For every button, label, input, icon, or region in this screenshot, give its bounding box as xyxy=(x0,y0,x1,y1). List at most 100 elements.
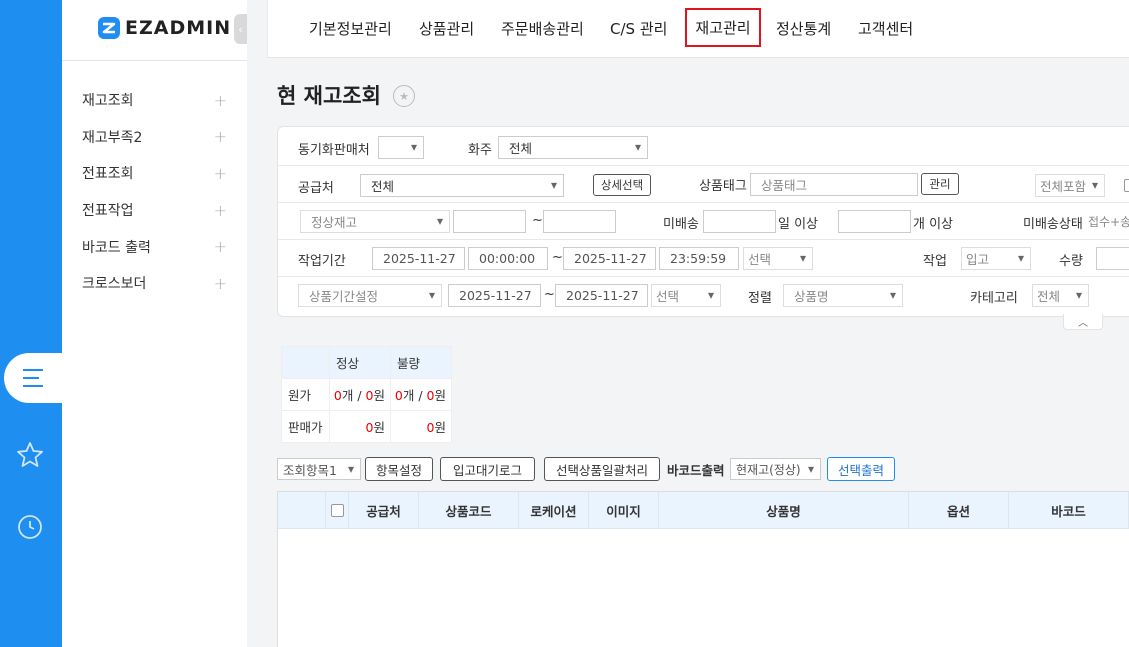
sidebar-item-barcode-print[interactable]: 바코드 출력 + xyxy=(62,228,247,265)
stock-type-value: 정상재고 xyxy=(311,215,358,230)
star-icon: ★ xyxy=(399,89,409,103)
sync-seller-label: 동기화판매처 xyxy=(298,143,370,158)
favorite-toggle-button[interactable]: ★ xyxy=(393,85,415,107)
grid-select-all[interactable] xyxy=(326,492,349,529)
rail-history-button[interactable] xyxy=(15,512,45,542)
period-date-to[interactable]: 2025-11-27 xyxy=(563,247,656,270)
product-date-to[interactable]: 2025-11-27 xyxy=(555,284,648,307)
period-label: 작업기간 xyxy=(298,254,346,269)
range-tilde: ~ xyxy=(552,250,563,265)
stock-grid: 공급처 상품코드 로케이션 이미지 상품명 옵션 바코드 xyxy=(277,491,1129,647)
undelivered-days-input[interactable] xyxy=(703,210,776,233)
unit: 원 xyxy=(373,388,385,403)
nav-stock-management[interactable]: 재고관리 xyxy=(685,8,761,47)
stock-max-input[interactable] xyxy=(543,210,616,233)
include-all-value: 전체포함 xyxy=(1040,179,1087,194)
product-period-select[interactable]: 상품기간설정 xyxy=(298,284,442,307)
nav-product-management[interactable]: 상품관리 xyxy=(419,18,474,39)
sidebar-item-slip-query[interactable]: 전표조회 + xyxy=(62,155,247,192)
sidebar-item-stock-shortage[interactable]: 재고부족2 + xyxy=(62,119,247,156)
sort-select[interactable]: 상품명 xyxy=(783,284,903,307)
plus-icon: + xyxy=(213,237,227,257)
supplier-label: 공급처 xyxy=(298,181,334,196)
undelivered-count-input[interactable] xyxy=(838,210,911,233)
work-select-value: 입고 xyxy=(966,252,990,267)
product-date-from[interactable]: 2025-11-27 xyxy=(448,284,541,307)
grid-col-option[interactable]: 옵션 xyxy=(909,492,1009,529)
nav-settlement-stats[interactable]: 정산통계 xyxy=(776,18,831,39)
summary-cost-normal: 0개 / 0원 xyxy=(329,378,391,411)
grid-col-location[interactable]: 로케이션 xyxy=(519,492,589,529)
grid-col-image[interactable]: 이미지 xyxy=(589,492,659,529)
sidebar-item-slip-work[interactable]: 전표작업 + xyxy=(62,192,247,229)
inbound-wait-log-button[interactable]: 입고대기로그 xyxy=(440,457,535,481)
sidebar-item-stock-query[interactable]: 재고조회 + xyxy=(62,82,247,119)
batch-process-button[interactable]: 선택상품일괄처리 xyxy=(544,457,660,481)
rail-menu-tab[interactable] xyxy=(4,353,62,403)
sort-label: 정렬 xyxy=(748,291,772,306)
select-all-checkbox[interactable] xyxy=(330,504,344,517)
sidebar-collapse-button[interactable]: ‹ xyxy=(234,14,247,44)
undelivered-label: 미배송 xyxy=(663,217,699,232)
tag-manage-button[interactable]: 관리 xyxy=(921,173,959,195)
plus-icon: + xyxy=(213,200,227,220)
rail-favorites-button[interactable] xyxy=(15,440,45,470)
sidebar-item-cross-border[interactable]: 크로스보더 + xyxy=(62,265,247,302)
left-rail xyxy=(0,0,62,647)
grid-col-product-name[interactable]: 상품명 xyxy=(659,492,909,529)
plus-icon: + xyxy=(213,90,227,110)
unit: 원 xyxy=(434,388,446,403)
filter-collapse-tab[interactable]: ︿ xyxy=(1063,314,1103,330)
chevron-left-icon: ‹ xyxy=(238,22,243,36)
work-select[interactable]: 입고 xyxy=(961,247,1031,270)
owner-select[interactable]: 전체 xyxy=(498,136,648,159)
sync-seller-select[interactable] xyxy=(378,136,424,159)
query-items-select[interactable]: 조회항목1 xyxy=(277,458,361,480)
sidebar-item-label: 바코드 출력 xyxy=(82,239,151,256)
sidebar-item-label: 전표조회 xyxy=(82,166,134,183)
category-label: 카테고리 xyxy=(970,291,1018,306)
summary-row-label: 판매가 xyxy=(281,410,330,443)
item-settings-button[interactable]: 항목설정 xyxy=(365,457,433,481)
nav-cs-management[interactable]: C/S 관리 xyxy=(610,18,667,39)
filter-row-1: 동기화판매처 화주 전체 xyxy=(278,127,1129,166)
product-period-value: 상품기간설정 xyxy=(309,289,379,304)
logo[interactable]: EZADMIN xyxy=(97,14,231,42)
category-select[interactable]: 전체 xyxy=(1032,284,1089,307)
selected-print-button[interactable]: 선택출력 xyxy=(827,457,895,481)
undelivered-status-value[interactable]: 접수+송 xyxy=(1088,213,1129,230)
grid-col-barcode[interactable]: 바코드 xyxy=(1009,492,1129,529)
grid-header: 공급처 상품코드 로케이션 이미지 상품명 옵션 바코드 xyxy=(278,492,1129,529)
product-tag-input[interactable]: 상품태그 xyxy=(750,173,918,196)
menu-icon xyxy=(23,369,43,387)
period-time-to[interactable]: 23:59:59 xyxy=(659,247,739,270)
sidebar-divider xyxy=(62,60,247,61)
stock-type-select[interactable]: 정상재고 xyxy=(300,210,450,233)
period-preset-select[interactable]: 선택 xyxy=(743,247,813,270)
stock-min-input[interactable] xyxy=(453,210,526,233)
nav-customer-center[interactable]: 고객센터 xyxy=(858,18,913,39)
summary-row-label: 원가 xyxy=(281,378,330,411)
qty-input[interactable] xyxy=(1096,247,1129,270)
period-date-from[interactable]: 2025-11-27 xyxy=(372,247,465,270)
sidebar: EZADMIN ‹ 재고조회 + 재고부족2 + 전표조회 + 전표작업 + 바코드 출… xyxy=(62,0,247,647)
grid-col-product-code[interactable]: 상품코드 xyxy=(419,492,519,529)
include-checkbox[interactable] xyxy=(1124,179,1129,192)
period-time-from[interactable]: 00:00:00 xyxy=(468,247,548,270)
star-icon xyxy=(17,442,43,467)
nav-order-shipping[interactable]: 주문배송관리 xyxy=(501,18,584,39)
filter-row-3: 정상재고 ~ 미배송 일 이상 개 이상 미배송상태 접수+송 xyxy=(278,203,1129,240)
product-tag-label: 상품태그 xyxy=(699,179,747,194)
product-preset-select[interactable]: 선택 xyxy=(651,284,721,307)
sidebar-item-label: 크로스보더 xyxy=(82,276,147,293)
barcode-print-label: 바코드출력 xyxy=(667,463,725,478)
detail-select-button[interactable]: 상세선택 xyxy=(593,174,651,196)
barcode-stock-select[interactable]: 현재고(정상) xyxy=(730,458,821,480)
supplier-select[interactable]: 전체 xyxy=(360,174,564,197)
include-all-select[interactable]: 전체포함 xyxy=(1035,174,1105,197)
query-items-value: 조회항목1 xyxy=(283,462,337,478)
unit: 개 / xyxy=(402,388,427,403)
grid-col-supplier[interactable]: 공급처 xyxy=(349,492,419,529)
nav-basic-info[interactable]: 기본정보관리 xyxy=(309,18,392,39)
top-nav: 기본정보관리 상품관리 주문배송관리 C/S 관리 재고관리 정산통계 고객센터 xyxy=(267,0,1129,58)
